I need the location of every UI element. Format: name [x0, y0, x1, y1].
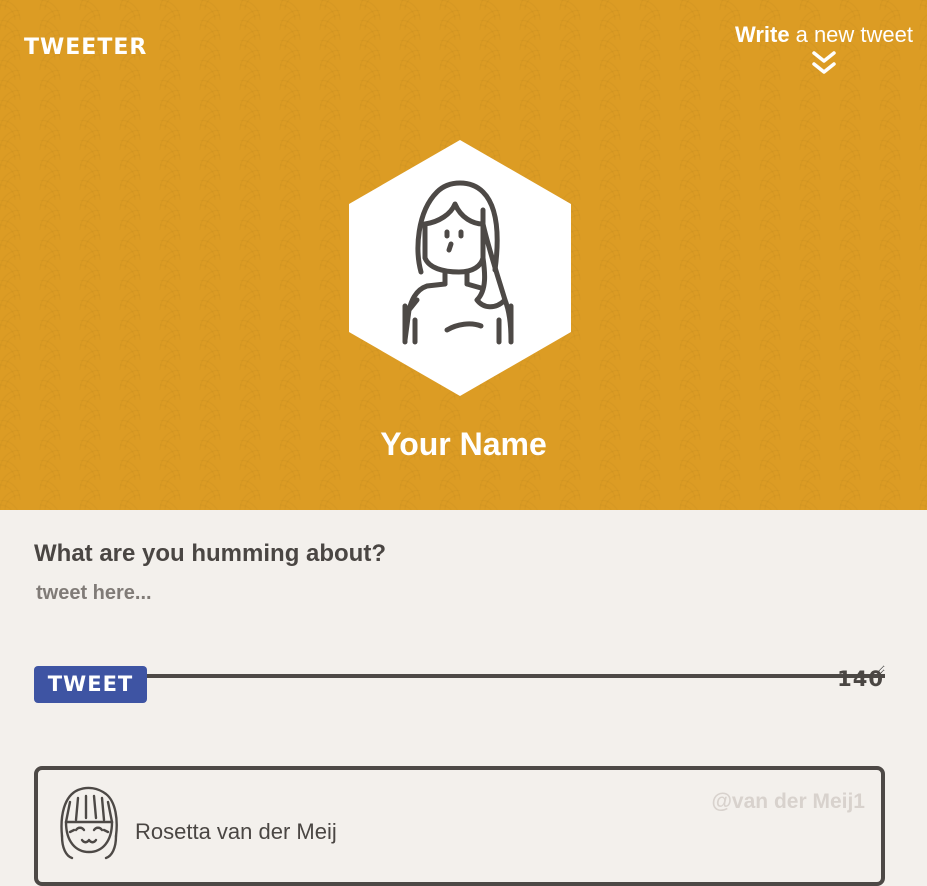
character-counter: 140	[837, 667, 884, 691]
tweet-author-name: Rosetta van der Meij	[135, 819, 337, 844]
write-link-light-text: a new tweet	[795, 22, 913, 47]
tweet-button[interactable]: TWEET	[34, 666, 147, 703]
tweet-input[interactable]	[34, 582, 885, 678]
profile-avatar-icon	[349, 140, 571, 396]
double-chevron-down-icon[interactable]	[812, 50, 836, 76]
tweet-author-handle: @van der Meij1	[711, 790, 865, 813]
compose-section: What are you humming about?	[34, 538, 885, 678]
user-avatar-icon	[60, 786, 118, 860]
tweet-card: Rosetta van der Meij @van der Meij1	[34, 766, 885, 886]
profile-header: TWEETER Write a new tweet Your Name	[0, 0, 927, 510]
compose-label: What are you humming about?	[34, 540, 386, 567]
profile-name: Your Name	[380, 426, 547, 462]
app-logo[interactable]: TWEETER	[24, 35, 147, 61]
write-new-tweet-link[interactable]: Write a new tweet	[735, 22, 913, 76]
write-link-strong-text: Write	[734, 22, 790, 47]
